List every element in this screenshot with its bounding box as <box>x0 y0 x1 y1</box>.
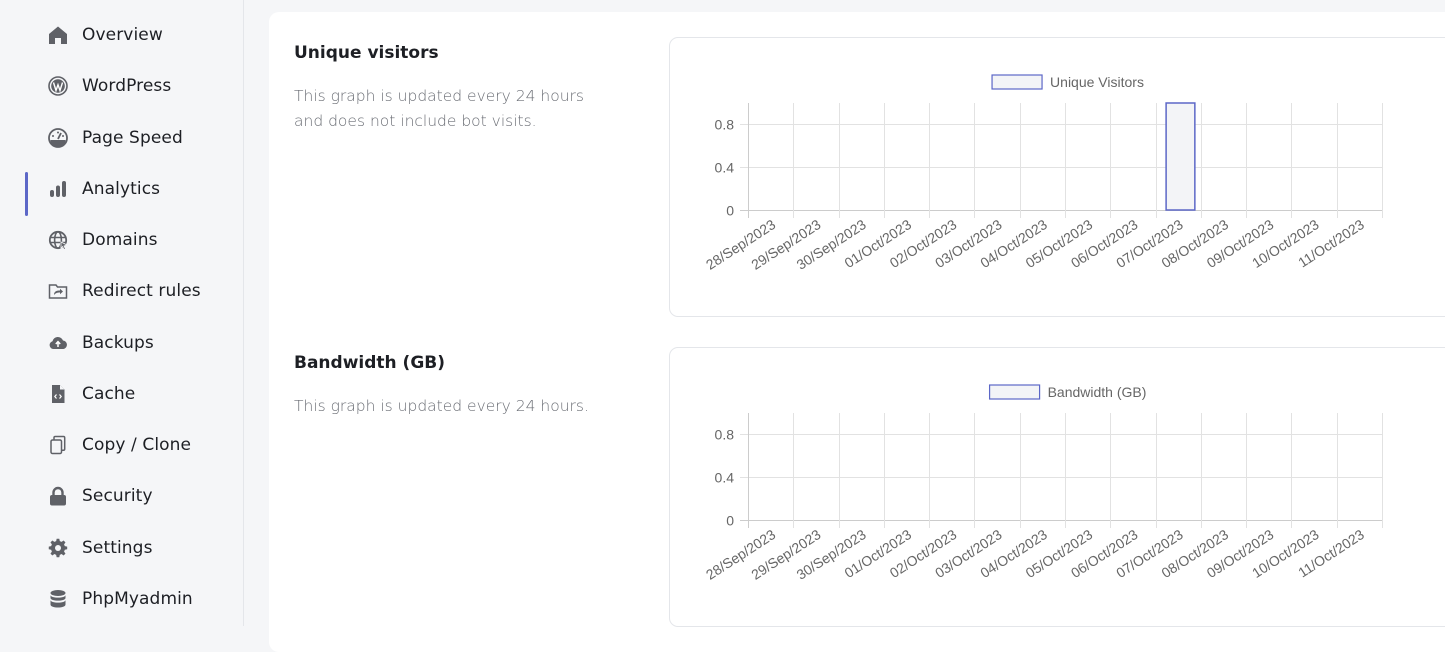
sidebar-item-label: Settings <box>82 538 153 558</box>
sidebar-item-label: Analytics <box>82 179 161 199</box>
wordpress-icon <box>47 75 69 97</box>
copy-icon <box>47 434 69 456</box>
y-tick-label: 0 <box>726 513 734 529</box>
cloud-upload-icon <box>47 332 69 354</box>
globe-icon <box>47 229 69 251</box>
sidebar-item-phpmyadmin[interactable]: PhpMyadmin <box>0 579 243 619</box>
sidebar-item-label: Cache <box>82 384 136 404</box>
bar-07-Oct-2023[interactable] <box>1165 102 1196 211</box>
folder-redirect-icon <box>47 280 69 302</box>
unique-visitors-title: Unique visitors <box>294 43 439 63</box>
sidebar-item-label: Overview <box>82 25 163 45</box>
y-tick-label: 0.8 <box>715 427 735 443</box>
unique-visitors-chart-card: Unique Visitors 0 0.4 0.8 28/Sep/2023 29/Sep/… <box>669 37 1445 317</box>
sidebar-item-label: Copy / Clone <box>82 435 192 455</box>
sidebar-item-label: WordPress <box>82 76 172 96</box>
file-code-icon <box>47 383 69 405</box>
unique-visitors-description: This graph is updated every 24 hours and… <box>294 87 584 130</box>
sidebar-item-security[interactable]: Security <box>0 476 243 516</box>
bar-chart-icon <box>47 178 69 200</box>
y-tick-label: 0.4 <box>715 160 735 176</box>
sidebar-item-page-speed[interactable]: Page Speed <box>0 118 243 158</box>
speedometer-icon <box>47 127 69 149</box>
sidebar-item-analytics[interactable]: Analytics <box>0 169 243 216</box>
sidebar-item-redirect-rules[interactable]: Redirect rules <box>0 271 243 311</box>
gear-icon <box>47 537 69 559</box>
sidebar-item-domains[interactable]: Domains <box>0 220 243 260</box>
sidebar: Overview WordPress Page Speed Analytics Doma… <box>0 0 244 626</box>
sidebar-item-label: Domains <box>82 230 158 250</box>
legend-label: Bandwidth (GB) <box>1048 384 1147 400</box>
legend-label: Unique Visitors <box>1050 74 1144 90</box>
y-tick-label: 0.4 <box>715 470 735 486</box>
sidebar-item-backups[interactable]: Backups <box>0 323 243 363</box>
legend-swatch[interactable] <box>991 74 1043 90</box>
unique-visitors-chart: Unique Visitors00.40.828/Sep/202329/Sep/… <box>703 74 1383 273</box>
sidebar-item-label: Page Speed <box>82 128 183 148</box>
home-icon <box>47 24 69 46</box>
legend-swatch[interactable] <box>988 384 1041 400</box>
sidebar-item-label: Redirect rules <box>82 281 201 301</box>
bandwidth-description: This graph is updated every 24 hours. <box>294 397 589 415</box>
sidebar-item-overview[interactable]: Overview <box>0 15 243 55</box>
bandwidth-chart-card: Bandwidth (GB) 0 0.4 0.8 28/Sep/2023 29/Sep/2… <box>669 347 1445 627</box>
lock-icon <box>47 485 69 507</box>
y-tick-label: 0 <box>726 203 734 219</box>
bandwidth-chart: Bandwidth (GB)00.40.828/Sep/202329/Sep/2… <box>703 384 1383 583</box>
sidebar-item-settings[interactable]: Settings <box>0 528 243 568</box>
sidebar-item-label: Security <box>82 486 153 506</box>
sidebar-item-label: Backups <box>82 333 154 353</box>
sidebar-item-copy-clone[interactable]: Copy / Clone <box>0 425 243 465</box>
sidebar-item-label: PhpMyadmin <box>82 589 193 609</box>
sidebar-item-cache[interactable]: Cache <box>0 374 243 414</box>
y-tick-label: 0.8 <box>715 117 735 133</box>
bandwidth-title: Bandwidth (GB) <box>294 353 445 373</box>
sidebar-item-wordpress[interactable]: WordPress <box>0 66 243 106</box>
database-icon <box>47 588 69 610</box>
